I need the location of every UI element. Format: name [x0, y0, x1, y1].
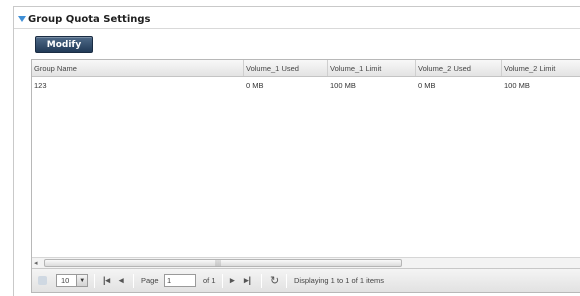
- cell-volume1-used: 0 MB: [246, 80, 264, 90]
- page-number-input[interactable]: 1: [164, 274, 196, 287]
- prev-page-icon[interactable]: ◂: [119, 275, 124, 286]
- grid-options-icon[interactable]: [38, 276, 47, 285]
- first-page-icon[interactable]: |◂: [103, 275, 110, 286]
- next-page-icon[interactable]: ▸: [230, 275, 235, 286]
- separator: [286, 273, 287, 288]
- column-header-volume1-limit[interactable]: Volume_1 Limit: [328, 60, 416, 76]
- separator: [133, 273, 134, 288]
- cell-volume1-limit: 100 MB: [330, 80, 356, 90]
- display-status: Displaying 1 to 1 of 1 items: [294, 276, 385, 285]
- grip-icon: |||: [215, 260, 222, 267]
- collapse-triangle-icon[interactable]: [18, 16, 26, 22]
- panel-header[interactable]: Group Quota Settings: [18, 11, 150, 27]
- table-row[interactable]: 123 0 MB 100 MB 0 MB 100 MB: [32, 77, 580, 93]
- pagination-bar: 10 ▼ |◂ ◂ Page 1 of 1 ▸ ▸| ↻ Displaying …: [32, 268, 580, 292]
- refresh-icon[interactable]: ↻: [270, 274, 279, 287]
- separator: [261, 273, 262, 288]
- last-page-icon[interactable]: ▸|: [244, 275, 251, 286]
- scroll-left-arrow-icon[interactable]: ◂: [34, 259, 38, 267]
- column-header-volume2-limit[interactable]: Volume_2 Limit: [502, 60, 580, 76]
- modify-button[interactable]: Modify: [35, 36, 93, 53]
- page-label: Page: [141, 276, 159, 285]
- scrollbar-thumb[interactable]: |||: [44, 259, 402, 267]
- per-page-select[interactable]: 10 ▼: [56, 274, 88, 287]
- cell-group-name: 123: [34, 80, 47, 90]
- group-quota-panel: Group Quota Settings Modify Group Name V…: [13, 6, 580, 296]
- column-header-group-name[interactable]: Group Name: [32, 60, 244, 76]
- per-page-value: 10: [61, 276, 70, 285]
- column-header-volume2-used[interactable]: Volume_2 Used: [416, 60, 502, 76]
- separator: [222, 273, 223, 288]
- grid-header: Group Name Volume_1 Used Volume_1 Limit …: [32, 60, 580, 77]
- quota-grid: Group Name Volume_1 Used Volume_1 Limit …: [31, 59, 580, 293]
- horizontal-scrollbar[interactable]: ◂ |||: [32, 257, 580, 268]
- column-header-volume1-used[interactable]: Volume_1 Used: [244, 60, 328, 76]
- panel-title: Group Quota Settings: [28, 13, 151, 25]
- chevron-down-icon[interactable]: ▼: [76, 275, 87, 286]
- header-divider: [14, 28, 580, 29]
- cell-volume2-used: 0 MB: [418, 80, 436, 90]
- separator: [94, 273, 95, 288]
- page-count-label: of 1: [203, 276, 216, 285]
- cell-volume2-limit: 100 MB: [504, 80, 530, 90]
